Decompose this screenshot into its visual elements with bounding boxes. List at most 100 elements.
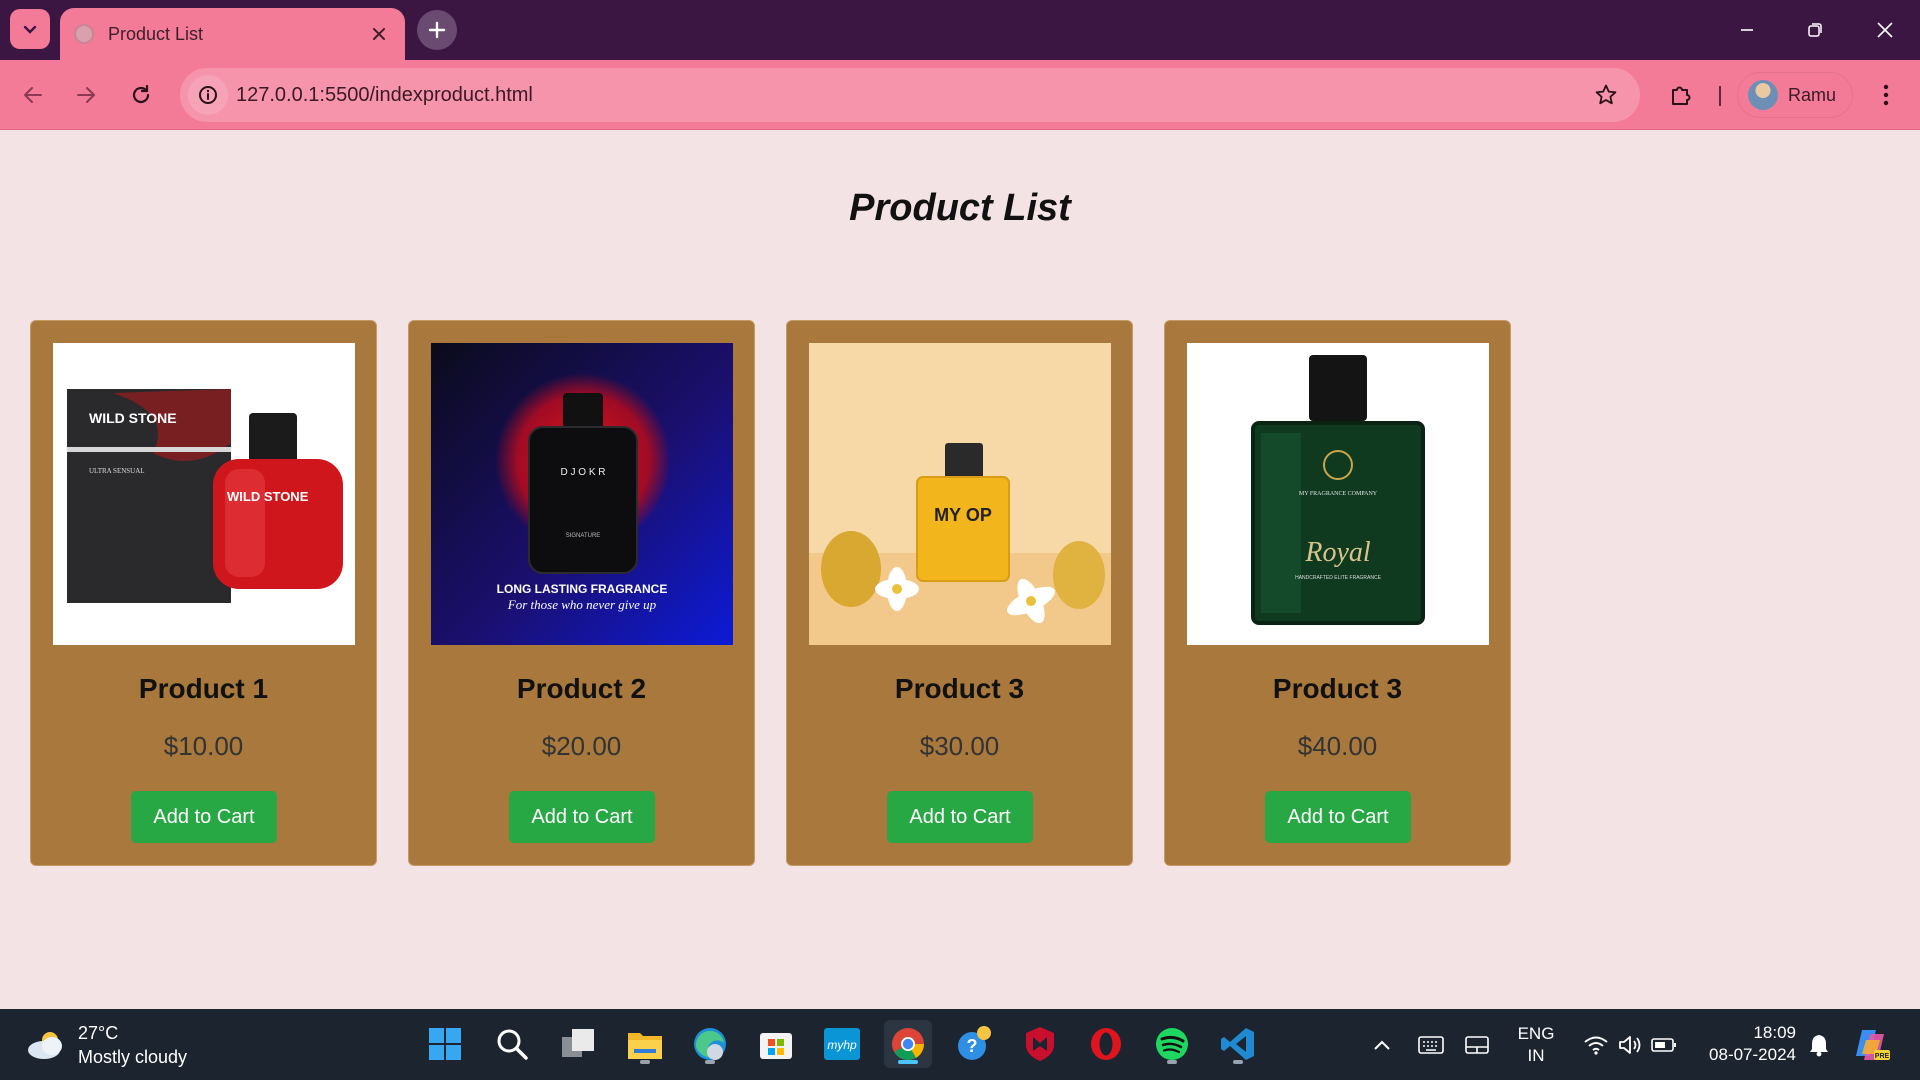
add-to-cart-button[interactable]: Add to Cart [131,791,277,843]
extensions-button[interactable] [1660,74,1702,116]
copilot-button[interactable]: PRE [1850,1025,1894,1065]
bottle-brand-text: D J O K R [560,467,605,478]
reload-button[interactable] [120,74,162,116]
touch-keyboard-button[interactable] [1416,1029,1446,1061]
running-indicator [1233,1060,1243,1064]
network-volume-battery-button[interactable] [1578,1029,1682,1061]
plus-icon [428,21,446,39]
url-text[interactable]: 127.0.0.1:5500/indexproduct.html [236,84,533,107]
help-button[interactable]: ? [950,1020,998,1068]
bottle-name-text: Royal [1304,537,1371,568]
mcafee-button[interactable] [1016,1020,1064,1068]
file-explorer-button[interactable] [621,1020,669,1068]
close-window-button[interactable] [1860,8,1910,52]
search-icon [497,1029,528,1060]
language-indicator[interactable]: ENG IN [1512,1023,1560,1067]
running-indicator [1167,1060,1177,1064]
microsoft-store-button[interactable] [752,1020,800,1068]
wifi-icon [1584,1036,1608,1055]
svg-text:?: ? [967,1036,978,1056]
help-icon: ? [958,1026,991,1060]
tab-search-button[interactable] [10,9,50,49]
box-brand-text: WILD STONE [89,410,177,426]
browser-tab-bar: Product List [0,0,1920,60]
bottle-brand-text: MY OP [934,505,992,525]
profile-name: Ramu [1788,84,1837,105]
mcafee-icon [1026,1027,1054,1061]
tab-close-button[interactable] [367,22,391,46]
product-card: WILD STONE ULTRA SENSUAL WILD STONE Prod… [30,320,377,866]
add-to-cart-button[interactable]: Add to Cart [509,791,655,843]
product-price: $40.00 [1297,731,1378,761]
volume-icon [1619,1036,1641,1054]
product-name: Product 3 [894,673,1025,704]
battery-icon [1651,1038,1676,1052]
opera-icon [1091,1028,1121,1060]
back-button[interactable] [12,74,54,116]
running-indicator [898,1060,918,1064]
add-to-cart-button[interactable]: Add to Cart [1265,791,1411,843]
clock[interactable]: 18:09 08-07-2024 [1696,1021,1796,1067]
start-icon [429,1028,461,1060]
star-icon [1595,84,1617,105]
product-card: D J O K R SIGNATURE LONG LASTING FRAGRAN… [408,320,755,866]
cloud-icon [28,1032,62,1059]
product-price: $30.00 [919,731,1000,761]
product-card: MY OP Product 3 $30.00 Add to Cart [786,320,1133,866]
spotify-button[interactable] [1148,1020,1196,1068]
address-bar[interactable]: 127.0.0.1:5500/indexproduct.html [180,68,1640,122]
bottle-sub-text: SIGNATURE [566,533,601,539]
new-tab-button[interactable] [417,10,457,50]
bookmark-button[interactable] [1588,77,1624,113]
weather-temperature: 27°C [78,1023,119,1043]
avatar [1748,80,1778,110]
product-name: Product 3 [1272,673,1403,704]
toolbar-divider [1719,86,1721,106]
page-title: Product List [849,187,1071,229]
active-tab[interactable]: Product List [60,8,405,60]
add-to-cart-button[interactable]: Add to Cart [887,791,1033,843]
chevron-up-icon [1374,1040,1390,1050]
taskbar-search-button[interactable] [488,1020,536,1068]
profile-button[interactable]: Ramu [1737,72,1853,118]
keyboard-icon [1418,1036,1444,1054]
arrow-right-icon [77,87,95,103]
tablet-mode-button[interactable] [1462,1029,1492,1061]
puzzle-icon [1672,86,1691,105]
site-info-button[interactable] [188,75,228,115]
opera-button[interactable] [1082,1020,1130,1068]
clock-date: 08-07-2024 [1709,1045,1796,1064]
start-button[interactable] [421,1020,469,1068]
language-text: ENG [1517,1024,1555,1043]
restore-icon [1808,23,1822,37]
restore-button[interactable] [1790,8,1840,52]
weather-widget[interactable]: 27°C Mostly cloudy [26,1019,187,1071]
royal-perfume-image: MY FRAGRANCE COMPANY Royal HANDCRAFTED E… [1187,343,1489,645]
edge-icon [694,1028,726,1060]
chevron-down-icon [23,25,37,34]
clock-time: 18:09 [1753,1023,1796,1042]
image-tagline-text: For those who never give up [507,597,657,612]
chrome-icon [892,1028,925,1061]
forward-button[interactable] [65,74,107,116]
bell-icon [1810,1035,1828,1057]
minimize-button[interactable] [1722,8,1772,52]
region-text: IN [1527,1046,1545,1065]
info-icon [199,86,217,104]
minimize-icon [1741,29,1753,31]
notifications-button[interactable] [1806,1029,1832,1061]
edge-button[interactable] [686,1020,734,1068]
task-view-button[interactable] [554,1020,602,1068]
product-card: MY FRAGRANCE COMPANY Royal HANDCRAFTED E… [1164,320,1511,866]
task-view-icon [562,1029,594,1057]
bottle-sub-text: HANDCRAFTED ELITE FRAGRANCE [1295,575,1382,581]
microsoft-store-icon [760,1033,792,1059]
djokr-perfume-image: D J O K R SIGNATURE LONG LASTING FRAGRAN… [431,343,733,645]
vscode-button[interactable] [1214,1020,1262,1068]
browser-menu-button[interactable] [1866,74,1906,116]
show-hidden-icons-button[interactable] [1370,1029,1394,1061]
copilot-icon: PRE [1856,1030,1890,1060]
myhp-button[interactable]: myhp [818,1020,866,1068]
wild-stone-perfume-image: WILD STONE ULTRA SENSUAL WILD STONE [53,343,355,645]
chrome-button[interactable] [884,1020,932,1068]
